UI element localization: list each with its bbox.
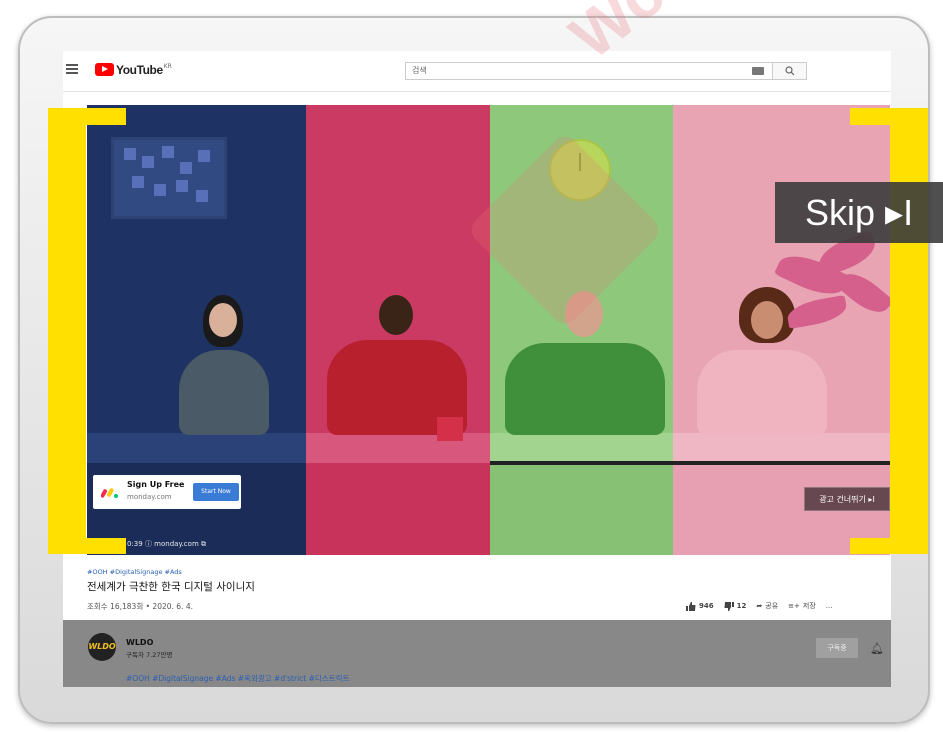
yellow-bracket-right-bottom [850,538,928,554]
keyboard-icon[interactable] [752,67,764,75]
yellow-bracket-right-top [850,108,928,125]
search-input[interactable]: 검색 [405,62,773,80]
like-button[interactable]: 946 [686,601,714,611]
yellow-bracket-right [890,108,928,554]
youtube-play-icon [95,63,114,76]
logo-region: KR [163,63,172,70]
bell-icon[interactable]: 🔔︎ [870,642,884,655]
thumbs-up-icon [686,601,696,611]
save-button[interactable]: ≡+ 저장 [788,601,816,611]
youtube-header: YouTube KR 검색 [63,51,891,92]
floor-red [306,463,490,555]
dislike-count: 12 [736,602,747,610]
desk-pink [673,433,890,463]
yellow-bracket-left-top [48,108,126,125]
more-button[interactable]: ... [826,602,833,610]
logo-text: YouTube [116,63,163,77]
subscribe-button[interactable]: 구독중 [816,638,858,658]
channel-name[interactable]: WLDO [126,638,153,647]
pink-plant [773,230,890,400]
sticky-note-board [111,137,227,219]
desk-blue [87,433,306,463]
ad-title: Sign Up Free [127,480,185,489]
dislike-button[interactable]: 12 [724,601,747,611]
video-hashtags[interactable]: #OOH #DigitalSignage #Ads [87,568,182,576]
channel-avatar[interactable]: WLDO [88,633,116,661]
video-actions: 946 12 ➦ 공유 ≡+ 저장 ... [686,601,832,611]
save-label: 저장 [802,602,816,610]
desk-edge [490,461,890,465]
video-title: 전세계가 극찬한 한국 디지털 사이니지 [87,581,255,593]
search-placeholder: 검색 [412,66,427,75]
video-views: 조회수 16,183회 • 2020. 6. 4. [87,602,193,611]
floor-green [490,463,673,555]
yellow-bracket-left [48,108,86,554]
like-count: 946 [699,602,714,610]
search-icon [785,66,795,76]
share-label: 공유 [765,602,779,610]
playlist-add-icon: ≡+ [788,602,800,610]
desk-green [490,433,673,463]
description-hashtags[interactable]: #OOH #DigitalSignage #Ads #옥외광고 #d'stric… [126,673,349,684]
ad-domain: monday.com [127,493,172,501]
yellow-bracket-left-bottom [48,538,126,554]
search-button[interactable] [773,62,807,80]
monday-logo-icon [101,488,118,498]
ad-overlay-card[interactable]: Sign Up Free monday.com Start Now [93,475,241,509]
skip-ad-button-small[interactable]: 광고 건너뛰기 ▸I [804,487,890,511]
ad-time-info[interactable]: 0:39 ⓘ monday.com ⧉ [127,539,206,549]
share-icon: ➦ [756,602,763,610]
youtube-logo[interactable]: YouTube KR [95,63,172,77]
share-button[interactable]: ➦ 공유 [756,601,778,611]
video-player[interactable]: Sign Up Free monday.com Start Now 0:39 ⓘ… [87,105,890,555]
hamburger-menu-icon[interactable] [66,64,78,74]
skip-ad-button-large[interactable]: Skip ▸I [775,182,943,243]
thumbs-down-icon [724,601,734,611]
channel-subscribers: 구독자 7.27만명 [126,651,173,659]
ad-start-now-button[interactable]: Start Now [193,483,239,501]
